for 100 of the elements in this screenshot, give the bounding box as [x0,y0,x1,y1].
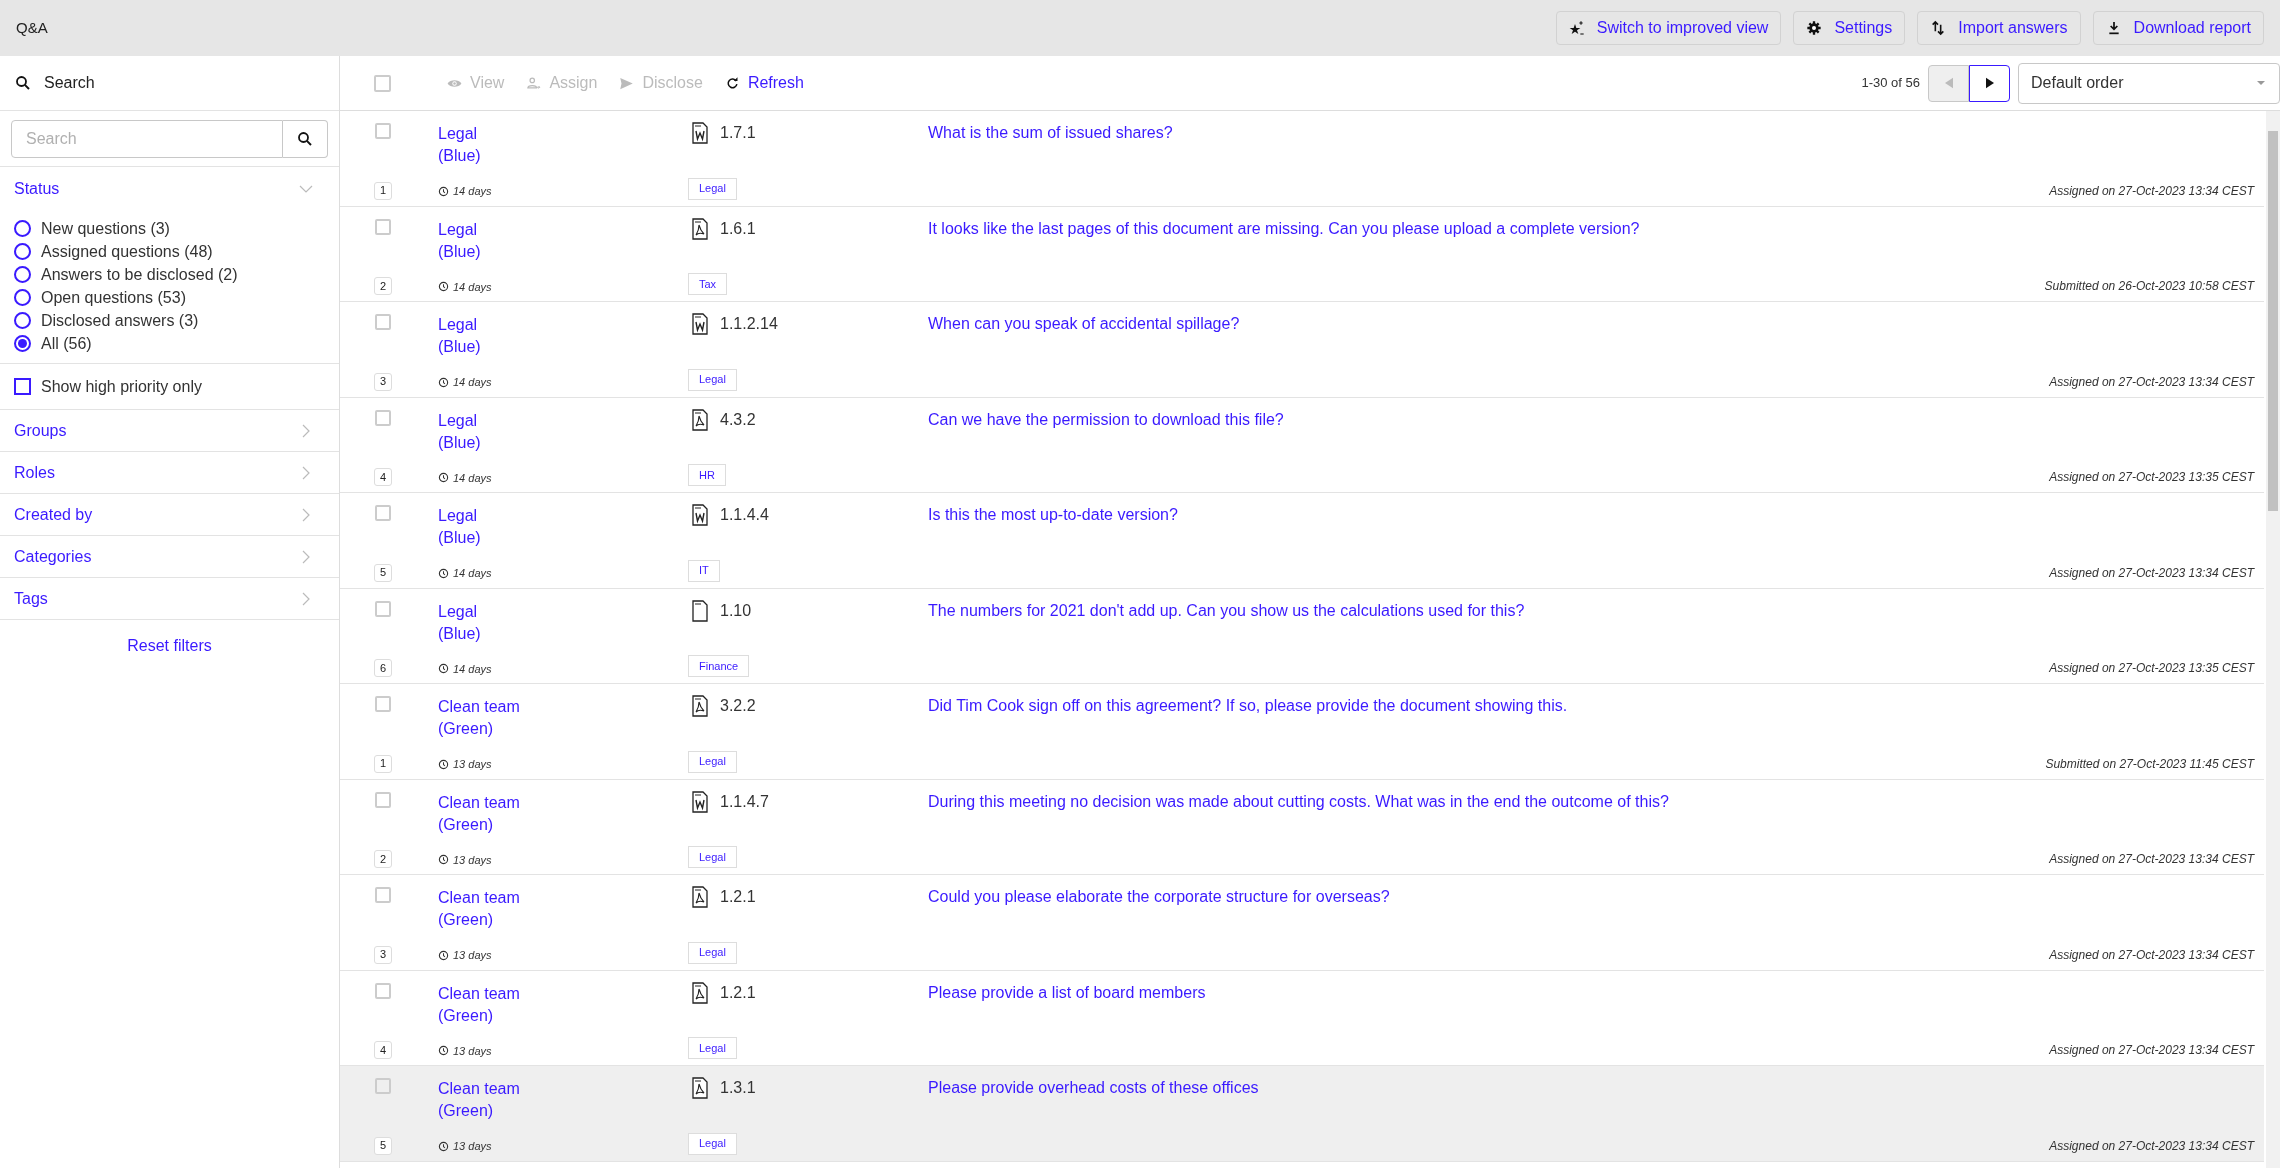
page-range: 1-30 of 56 [1861,74,1920,93]
top-action-button[interactable]: Switch to improved view [1555,11,1782,45]
group-note-link[interactable]: (Blue) [438,622,688,645]
search-button[interactable] [283,119,328,158]
reference-number: 1.1.2.14 [720,314,778,334]
category-tag[interactable]: Legal [688,1037,737,1059]
question-link[interactable]: Can we have the permission to download this file? [928,409,2254,430]
status-text: Assigned on 27-Oct-2023 13:34 CEST [2049,946,2254,964]
question-link[interactable]: The numbers for 2021 don't add up. Can you show us the calculations used for this? [928,600,2254,621]
next-page-button[interactable] [1969,64,2010,102]
row-checkbox[interactable] [375,218,391,235]
question-link[interactable]: What is the sum of issued shares? [928,123,2254,143]
row-number: 2 [374,850,393,868]
category-tag[interactable]: Tax [688,273,728,295]
category-tag[interactable]: Legal [688,941,737,964]
group-note-link[interactable]: (Blue) [438,431,688,454]
group-link[interactable]: Legal [438,123,688,145]
radio-button[interactable] [14,289,31,306]
group-note-link[interactable]: (Blue) [438,336,688,358]
row-checkbox[interactable] [375,887,391,903]
row-number: 6 [374,659,393,677]
group-link[interactable]: Legal [438,409,688,432]
group-note-link[interactable]: (Green) [438,1004,688,1027]
sparkle-star-icon [1568,20,1585,36]
category-tag[interactable]: Legal [688,1132,737,1155]
group-link[interactable]: Clean team [438,887,688,909]
group-link[interactable]: Clean team [438,696,688,718]
radio-label: Disclosed answers (3) [41,310,199,331]
group-note-link[interactable]: (Green) [438,813,688,836]
radio-label: Assigned questions (48) [41,241,213,262]
age-text: 14 days [453,184,492,199]
row-number: 5 [374,563,393,582]
select-all-checkbox[interactable] [374,74,391,92]
sort-order-dropdown[interactable]: Default order [2018,62,2280,104]
group-link[interactable]: Clean team [438,982,688,1005]
question-link[interactable]: Is this the most up-to-date version? [928,505,2254,525]
group-link[interactable]: Legal [438,314,688,336]
category-tag[interactable]: Legal [688,177,737,200]
group-note-link[interactable]: (Green) [438,718,688,740]
group-note-link[interactable]: (Blue) [438,527,688,549]
reset-filters-link[interactable]: Reset filters [127,634,212,658]
radio-button[interactable] [14,266,31,283]
toolbar-action-button[interactable]: Refresh [724,71,804,95]
top-action-button[interactable]: Import answers [1917,11,2081,45]
group-note-link[interactable]: (Blue) [438,240,688,263]
row-number: 4 [374,1041,393,1059]
section-title[interactable]: Status [14,177,60,201]
section-title[interactable]: Created by [14,502,93,527]
category-tag[interactable]: Legal [688,368,737,391]
question-link[interactable]: Please provide a list of board members [928,982,2254,1003]
row-number: 1 [374,754,393,773]
row-checkbox[interactable] [375,409,391,426]
row-checkbox[interactable] [375,696,391,712]
age-text: 14 days [453,375,492,390]
status-text: Assigned on 27-Oct-2023 13:34 CEST [2049,373,2254,391]
group-link[interactable]: Legal [438,600,688,623]
section-title[interactable]: Tags [14,586,48,611]
group-note-link[interactable]: (Green) [438,909,688,931]
question-link[interactable]: During this meeting no decision was made about cutting costs. What was in the end the outcome of this? [928,791,2254,812]
question-row[interactable]: 5 Clean team (Green) 13 days 1.3.1 Legal Please provide overhead costs of these offices Assigned on 27-Oct-2023 13:34 CEST [340,1066,2264,1162]
reference-number: 3.2.2 [720,696,756,716]
category-tag[interactable]: Finance [688,655,750,677]
question-link[interactable]: When can you speak of accidental spillage? [928,314,2254,334]
group-note-link[interactable]: (Green) [438,1100,688,1122]
scrollbar[interactable] [2266,111,2280,1168]
row-checkbox[interactable] [375,314,391,330]
radio-button[interactable] [14,335,31,352]
radio-button[interactable] [14,312,31,329]
status-text: Assigned on 27-Oct-2023 13:35 CEST [2049,660,2254,677]
row-checkbox[interactable] [375,505,391,521]
group-link[interactable]: Clean team [438,1078,688,1100]
status-text: Assigned on 27-Oct-2023 13:34 CEST [2049,851,2254,868]
category-tag[interactable]: Legal [688,846,737,868]
group-link[interactable]: Legal [438,218,688,241]
group-link[interactable]: Clean team [438,791,688,814]
radio-button[interactable] [14,220,31,237]
top-action-button[interactable]: Download report [2092,11,2264,45]
row-checkbox[interactable] [375,791,391,808]
row-number: 4 [374,468,393,486]
question-link[interactable]: Please provide overhead costs of these offices [928,1078,2254,1098]
section-title[interactable]: Categories [14,544,92,569]
question-link[interactable]: Did Tim Cook sign off on this agreement? If so, please provide the document showing this. [928,696,2254,716]
question-link[interactable]: Could you please elaborate the corporate structure for overseas? [928,887,2254,907]
question-link[interactable]: It looks like the last pages of this document are missing. Can you please upload a complete version? [928,218,2254,239]
radio-button[interactable] [14,243,31,260]
section-title[interactable]: Groups [14,418,67,443]
age-text: 14 days [453,661,492,677]
row-checkbox[interactable] [375,600,391,617]
group-note-link[interactable]: (Blue) [438,145,688,167]
row-checkbox[interactable] [375,123,391,139]
category-tag[interactable]: IT [688,559,720,582]
top-action-button[interactable]: Settings [1793,11,1906,45]
search-field[interactable]: Search [11,119,283,158]
category-tag[interactable]: Legal [688,750,737,773]
category-tag[interactable]: HR [688,464,726,486]
group-link[interactable]: Legal [438,505,688,527]
checkbox[interactable] [14,378,31,395]
row-checkbox[interactable] [375,982,391,999]
row-checkbox[interactable] [375,1078,391,1094]
section-title[interactable]: Roles [14,460,55,485]
